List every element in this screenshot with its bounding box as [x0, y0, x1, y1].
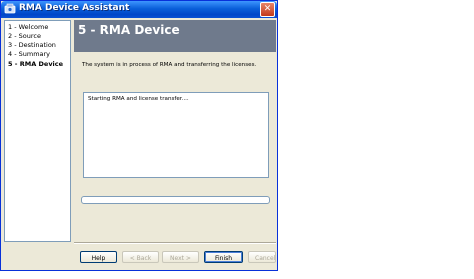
- app-icon: [4, 3, 16, 14]
- help-button[interactable]: Help: [80, 251, 117, 263]
- page-title: 5 - RMA Device: [78, 23, 180, 37]
- step-list: 1 - Welcome 2 - Source 3 - Destination 4…: [4, 20, 71, 242]
- button-separator: [74, 242, 276, 244]
- step-summary: 4 - Summary: [8, 50, 51, 58]
- step-welcome: 1 - Welcome: [8, 23, 49, 31]
- title-bar[interactable]: RMA Device Assistant ✕: [1, 1, 277, 18]
- log-textarea[interactable]: Starting RMA and license transfer....: [83, 92, 269, 178]
- step-source: 2 - Source: [8, 32, 41, 40]
- rma-device-assistant-window: RMA Device Assistant ✕ 1 - Welcome 2 - S…: [0, 0, 278, 271]
- step-header: 5 - RMA Device: [74, 20, 276, 52]
- log-text: Starting RMA and license transfer....: [88, 96, 189, 102]
- back-button[interactable]: < Back: [122, 251, 159, 263]
- step-rma-device: 5 - RMA Device: [8, 60, 64, 68]
- cancel-button[interactable]: Cancel: [248, 251, 276, 263]
- close-button[interactable]: ✕: [260, 2, 275, 17]
- step-destination: 3 - Destination: [8, 41, 56, 49]
- next-button[interactable]: Next >: [162, 251, 199, 263]
- window-title: RMA Device Assistant: [19, 3, 130, 13]
- close-icon: ✕: [263, 4, 272, 14]
- progress-bar: [81, 196, 270, 204]
- finish-button[interactable]: Finish: [204, 251, 243, 263]
- status-message: The system is in process of RMA and tran…: [82, 62, 257, 68]
